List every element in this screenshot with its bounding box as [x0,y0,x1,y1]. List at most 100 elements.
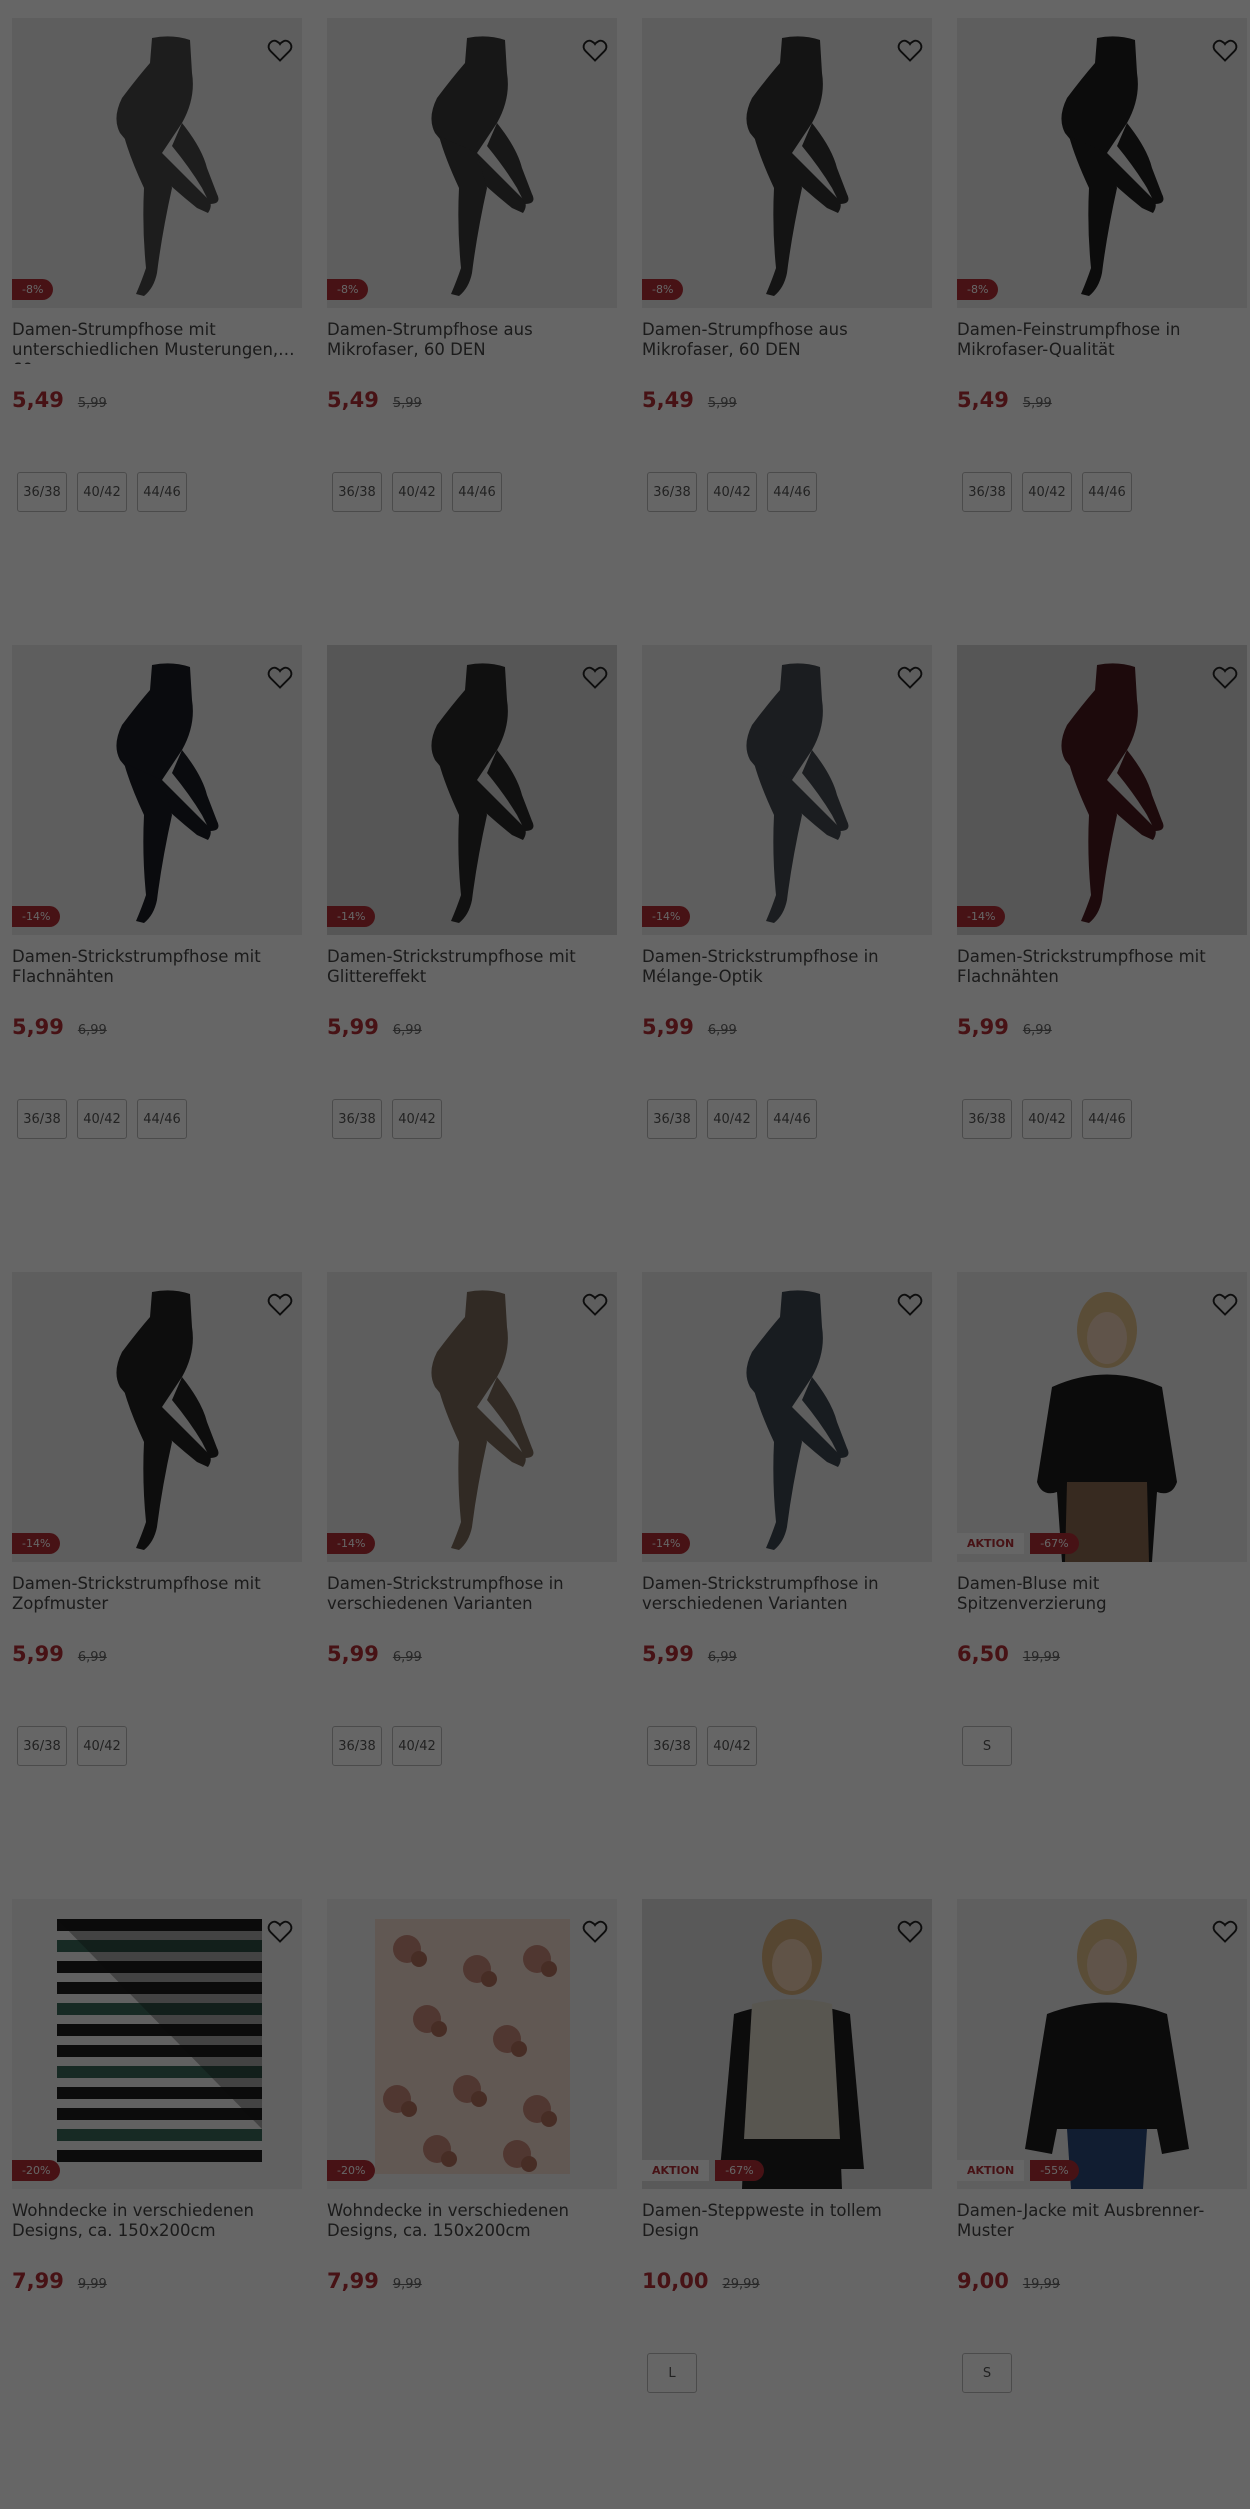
size-option[interactable]: 36/38 [17,1726,67,1766]
size-option[interactable]: S [962,2353,1012,2393]
size-option[interactable]: 36/38 [962,1099,1012,1139]
product-card[interactable]: AKTION -55% Damen-Jacke mit Ausbrenner-Mu… [957,1899,1247,2509]
product-image[interactable]: -14% [642,645,932,935]
product-card[interactable]: -14% Damen-Strickstrumpfhose in verschie… [327,1272,617,1899]
size-option[interactable]: 40/42 [77,1726,127,1766]
size-option[interactable]: L [647,2353,697,2393]
product-card[interactable]: -14% Damen-Strickstrumpfhose mit Glitter… [327,645,617,1272]
size-option[interactable]: 40/42 [392,1726,442,1766]
product-card[interactable]: -8% Damen-Strumpfhose aus Mikrofaser, 60… [327,18,617,645]
wishlist-heart-icon[interactable] [266,36,294,64]
size-option[interactable]: 44/46 [137,1099,187,1139]
product-card[interactable]: -20% Wohndecke in verschiedenen Designs,… [12,1899,302,2509]
product-card[interactable]: AKTION -67% Damen-Bluse mit Spitzenverzie… [957,1272,1247,1899]
wishlist-heart-icon[interactable] [896,663,924,691]
size-option[interactable]: 44/46 [452,472,502,512]
size-option[interactable]: 36/38 [332,472,382,512]
size-option[interactable]: 36/38 [17,472,67,512]
product-image[interactable]: -14% [12,645,302,935]
wishlist-heart-icon[interactable] [1211,36,1239,64]
original-price: 19,99 [1022,2277,1061,2292]
wishlist-heart-icon[interactable] [896,1290,924,1318]
size-option[interactable]: 44/46 [767,472,817,512]
size-option[interactable]: 40/42 [1022,472,1072,512]
original-price: 5,99 [1022,396,1052,411]
badge-group: -14% [327,1533,376,1554]
product-card[interactable]: -14% Damen-Strickstrumpfhose in Mélange-… [642,645,932,1272]
product-title[interactable]: Damen-Strickstrumpfhose mit Flachnähten [957,947,1247,991]
size-option[interactable]: 44/46 [1082,472,1132,512]
wishlist-heart-icon[interactable] [266,1917,294,1945]
size-option[interactable]: 36/38 [332,1726,382,1766]
product-title[interactable]: Damen-Strumpfhose mit unterschiedlichen … [12,320,302,364]
product-title[interactable]: Damen-Strickstrumpfhose mit Glittereffek… [327,947,617,991]
product-card[interactable]: -8% Damen-Feinstrumpfhose in Mikrofaser-… [957,18,1247,645]
product-title[interactable]: Damen-Strumpfhose aus Mikrofaser, 60 DEN [327,320,617,364]
wishlist-heart-icon[interactable] [581,1917,609,1945]
size-option[interactable]: 40/42 [707,472,757,512]
product-card[interactable]: -14% Damen-Strickstrumpfhose mit Flachnä… [12,645,302,1272]
wishlist-heart-icon[interactable] [1211,1917,1239,1945]
size-option[interactable]: 40/42 [77,472,127,512]
size-option[interactable]: 36/38 [962,472,1012,512]
product-card[interactable]: -8% Damen-Strumpfhose aus Mikrofaser, 60… [642,18,932,645]
product-image[interactable]: -14% [12,1272,302,1562]
wishlist-heart-icon[interactable] [266,663,294,691]
size-option[interactable]: 36/38 [647,472,697,512]
size-option[interactable]: 40/42 [707,1726,757,1766]
product-card[interactable]: -8% Damen-Strumpfhose mit unterschiedlic… [12,18,302,645]
product-image[interactable]: AKTION -67% [957,1272,1247,1562]
product-title[interactable]: Damen-Strickstrumpfhose in verschiedenen… [642,1574,932,1618]
product-title[interactable]: Damen-Strickstrumpfhose mit Zopfmuster [12,1574,302,1618]
wishlist-heart-icon[interactable] [266,1290,294,1318]
product-photo [642,18,932,308]
product-card[interactable]: AKTION -67% Damen-Steppweste in tollem De… [642,1899,932,2509]
product-title[interactable]: Damen-Bluse mit Spitzenverzierung [957,1574,1247,1618]
size-option[interactable]: 36/38 [17,1099,67,1139]
size-option[interactable]: 36/38 [647,1099,697,1139]
size-option[interactable]: 40/42 [392,472,442,512]
product-card[interactable]: -20% Wohndecke in verschiedenen Designs,… [327,1899,617,2509]
product-image[interactable]: -14% [642,1272,932,1562]
wishlist-heart-icon[interactable] [581,1290,609,1318]
wishlist-heart-icon[interactable] [896,1917,924,1945]
product-image[interactable]: -8% [957,18,1247,308]
product-title[interactable]: Wohndecke in verschiedenen Designs, ca. … [327,2201,617,2245]
product-image[interactable]: -20% [12,1899,302,2189]
wishlist-heart-icon[interactable] [896,36,924,64]
product-title[interactable]: Damen-Jacke mit Ausbrenner-Muster [957,2201,1247,2245]
product-title[interactable]: Wohndecke in verschiedenen Designs, ca. … [12,2201,302,2245]
product-image[interactable]: -14% [327,1272,617,1562]
size-option[interactable]: 36/38 [647,1726,697,1766]
size-option[interactable]: 44/46 [767,1099,817,1139]
product-card[interactable]: -14% Damen-Strickstrumpfhose mit Zopfmus… [12,1272,302,1899]
product-title[interactable]: Damen-Feinstrumpfhose in Mikrofaser-Qual… [957,320,1247,364]
product-title[interactable]: Damen-Strumpfhose aus Mikrofaser, 60 DEN [642,320,932,364]
size-option[interactable]: 36/38 [332,1099,382,1139]
product-image[interactable]: AKTION -55% [957,1899,1247,2189]
size-option[interactable]: 40/42 [1022,1099,1072,1139]
product-image[interactable]: -14% [327,645,617,935]
wishlist-heart-icon[interactable] [581,36,609,64]
wishlist-heart-icon[interactable] [581,663,609,691]
product-title[interactable]: Damen-Strickstrumpfhose in verschiedenen… [327,1574,617,1618]
product-image[interactable]: AKTION -67% [642,1899,932,2189]
product-title[interactable]: Damen-Strickstrumpfhose in Mélange-Optik [642,947,932,991]
size-option[interactable]: 40/42 [707,1099,757,1139]
product-card[interactable]: -14% Damen-Strickstrumpfhose in verschie… [642,1272,932,1899]
product-image[interactable]: -8% [327,18,617,308]
product-image[interactable]: -8% [12,18,302,308]
product-image[interactable]: -20% [327,1899,617,2189]
size-option[interactable]: 40/42 [392,1099,442,1139]
product-image[interactable]: -14% [957,645,1247,935]
wishlist-heart-icon[interactable] [1211,663,1239,691]
size-option[interactable]: 44/46 [137,472,187,512]
product-title[interactable]: Damen-Strickstrumpfhose mit Flachnähten [12,947,302,991]
product-card[interactable]: -14% Damen-Strickstrumpfhose mit Flachnä… [957,645,1247,1272]
product-title[interactable]: Damen-Steppweste in tollem Design [642,2201,932,2245]
product-image[interactable]: -8% [642,18,932,308]
size-option[interactable]: 40/42 [77,1099,127,1139]
size-option[interactable]: 44/46 [1082,1099,1132,1139]
wishlist-heart-icon[interactable] [1211,1290,1239,1318]
size-option[interactable]: S [962,1726,1012,1766]
